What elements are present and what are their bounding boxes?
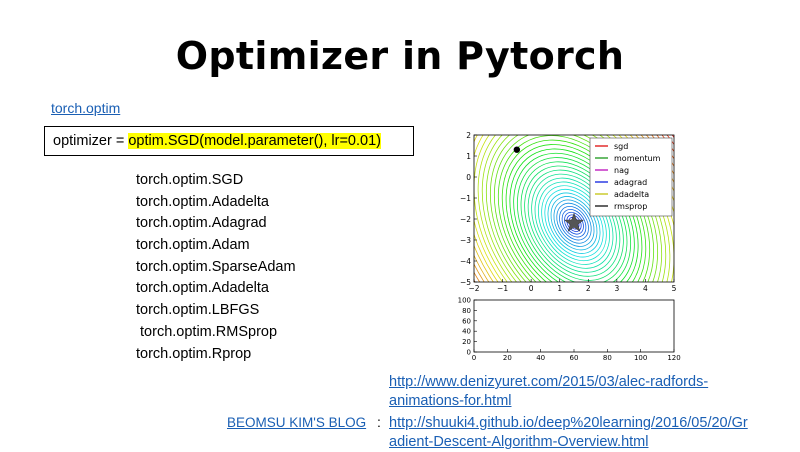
x-tick-label: 2: [586, 284, 591, 293]
loss-plot-frame: [473, 299, 675, 353]
x-tick-label: 3: [614, 284, 619, 293]
optimizer-item: torch.optim.SGD: [136, 172, 244, 188]
x-tick-label: 100: [634, 354, 647, 362]
x-tick-label: 1: [557, 284, 562, 293]
legend-label-nag: nag: [614, 166, 629, 175]
shuuki4-link-line2: adient-Descent-Algorithm-Overview.html: [389, 434, 649, 450]
denizyuret-link[interactable]: http://www.denizyuret.com/2015/03/alec-r…: [389, 373, 708, 411]
optimizer-item: torch.optim.SparseAdam: [136, 258, 296, 275]
optimizer-item: torch.optim.Adadelta: [136, 193, 269, 210]
y-tick-label: −1: [460, 194, 471, 203]
code-prefix: optimizer =: [53, 133, 129, 149]
beomsu-kim-blog-link[interactable]: BEOMSU KIM'S BLOG: [227, 415, 366, 430]
code-box: optimizer = optim.SGD(model.parameter(),…: [44, 126, 414, 156]
y-tick-label: 1: [466, 152, 471, 161]
y-tick-label: 60: [462, 317, 471, 325]
code-highlight: optim.SGD(model.parameter(), lr=0.01): [128, 133, 381, 149]
torch-optim-link[interactable]: torch.optim: [51, 100, 120, 116]
optimizer-item: torch.optim.LBFGS: [136, 302, 260, 319]
legend-label-adagrad: adagrad: [614, 178, 647, 187]
x-tick-label: 60: [570, 354, 579, 362]
y-tick-label: 2: [466, 131, 471, 140]
legend-label-rmsprop: rmsprop: [614, 202, 647, 211]
denizyuret-link-line2: animations-for.html: [389, 393, 512, 409]
y-tick-label: −3: [460, 236, 471, 245]
y-tick-label: 0: [466, 173, 471, 182]
y-tick-label: 100: [458, 297, 471, 305]
x-tick-label: 0: [472, 354, 476, 362]
optimizer-item: torch.optim.Rprop: [136, 345, 252, 362]
page-title: Optimizer in Pytorch: [175, 34, 625, 78]
optimizer-item: torch.optim.Adagrad: [136, 215, 267, 232]
legend-label-adadelta: adadelta: [614, 190, 649, 199]
optimizer-item: torch.optim.Adadelta: [136, 280, 269, 297]
x-tick-label: 5: [672, 284, 677, 293]
start-point: [513, 146, 521, 153]
optimizer-item: torch.optim.Adam: [136, 237, 250, 254]
shuuki4-link[interactable]: http://shuuki4.github.io/deep%20learning…: [389, 414, 748, 452]
shuuki4-link-line1: http://shuuki4.github.io/deep%20learning…: [389, 415, 748, 431]
y-tick-label: 40: [462, 328, 471, 336]
y-tick-label: 20: [462, 338, 471, 346]
x-tick-label: 0: [529, 284, 534, 293]
y-tick-label: 80: [462, 307, 471, 315]
y-tick-label: 0: [467, 349, 471, 357]
denizyuret-link-line1: http://www.denizyuret.com/2015/03/alec-r…: [389, 374, 709, 390]
x-tick-label: 120: [667, 354, 680, 362]
optimizer-list: torch.optim.SGD torch.optim.Adadelta tor…: [136, 170, 296, 365]
y-tick-label: −2: [460, 215, 471, 224]
x-tick-label: 20: [503, 354, 512, 362]
x-tick-label: 40: [536, 354, 545, 362]
y-tick-label: −5: [460, 278, 471, 287]
x-tick-label: −1: [497, 284, 508, 293]
optimizer-animation-figure: −2 −1 0 1 2 3 4 5210−1−2−3−4−5sgdmomentumnagada…: [458, 131, 681, 362]
y-tick-label: −4: [460, 257, 471, 266]
x-tick-label: 4: [643, 284, 648, 293]
colon-separator: :: [377, 414, 381, 430]
legend-label-momentum: momentum: [614, 154, 661, 163]
x-tick-label: 80: [603, 354, 612, 362]
optimizer-item: torch.optim.RMSprop: [136, 323, 278, 340]
legend-label-sgd: sgd: [614, 142, 628, 151]
